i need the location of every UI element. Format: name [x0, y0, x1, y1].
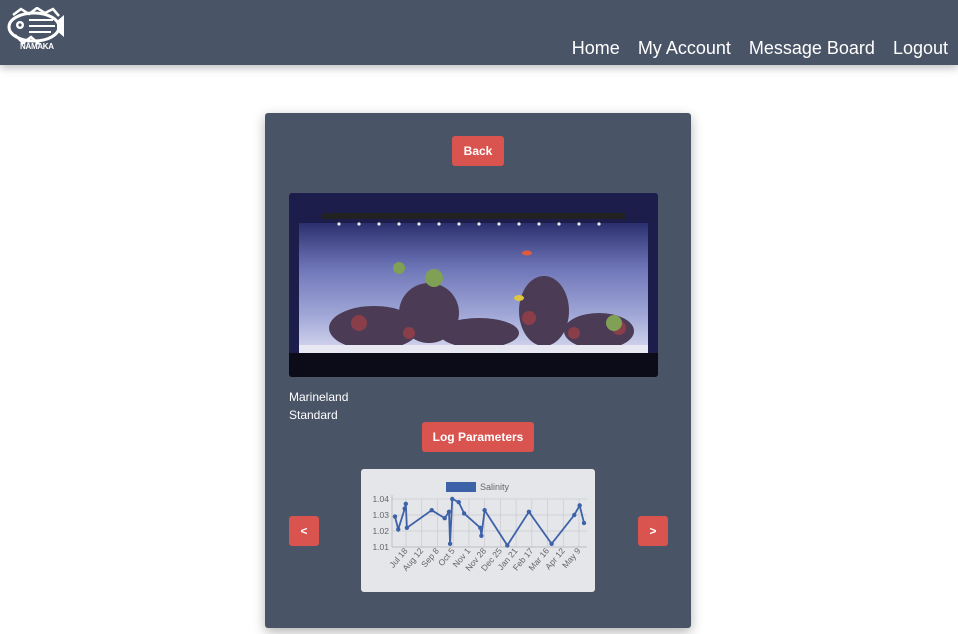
main-nav: Home My Account Message Board Logout [572, 37, 948, 59]
tank-detail-card: Back Marineland Standard Log Parameters … [265, 113, 691, 628]
salinity-point [526, 509, 532, 514]
salinity-point [429, 508, 434, 513]
y-tick-label: 1.02 [372, 526, 389, 536]
next-chart-button[interactable]: > [638, 516, 668, 546]
x-tick-label: May 9 [560, 546, 583, 570]
x-tick-label: Sep 8 [419, 546, 441, 570]
salinity-point [446, 509, 452, 514]
salinity-point [396, 527, 401, 532]
legend-swatch [446, 482, 476, 492]
nav-message-board-link[interactable]: Message Board [749, 37, 875, 59]
previous-chart-button[interactable]: < [289, 516, 319, 546]
salinity-chart-svg: Salinity1.041.031.021.01Jul 18Aug 12Sep … [372, 482, 587, 573]
salinity-point [479, 533, 484, 538]
tank-size: Standard [289, 408, 338, 422]
salinity-point [456, 500, 461, 505]
salinity-point [392, 514, 398, 519]
fish-logo-icon [7, 6, 64, 45]
tank-info: Marineland Standard [289, 388, 348, 424]
nav-my-account-link[interactable]: My Account [638, 37, 731, 59]
salinity-point [404, 525, 410, 530]
salinity-point [442, 516, 447, 521]
y-tick-label: 1.03 [372, 510, 389, 520]
salinity-point [403, 501, 408, 506]
salinity-point [505, 543, 510, 548]
tank-photo [289, 193, 658, 377]
salinity-point [577, 503, 582, 508]
top-navbar: NĀMAKA Home My Account Message Board Log… [0, 0, 958, 65]
salinity-point [482, 508, 487, 513]
y-tick-label: 1.04 [372, 494, 389, 504]
salinity-line [394, 497, 585, 548]
back-button[interactable]: Back [452, 136, 504, 166]
salinity-point [461, 511, 467, 516]
tank-name: Marineland [289, 390, 349, 404]
salinity-point [447, 541, 453, 546]
nav-home-link[interactable]: Home [572, 37, 620, 59]
salinity-point [581, 520, 587, 526]
nav-logout-link[interactable]: Logout [893, 37, 948, 59]
salinity-chart: Salinity 1.04 1.03 1.02 1.01 Jul 18 Aug 12 Sep … [361, 469, 595, 592]
salinity-point [402, 506, 407, 511]
salinity-point [450, 496, 455, 502]
salinity-point [549, 541, 554, 546]
legend-label: Salinity [480, 482, 510, 492]
salinity-point [572, 512, 577, 518]
logo-wordmark: NĀMAKA [20, 42, 54, 51]
salinity-point [478, 525, 483, 530]
y-tick-label: 1.01 [372, 542, 389, 552]
log-parameters-button[interactable]: Log Parameters [422, 422, 534, 452]
